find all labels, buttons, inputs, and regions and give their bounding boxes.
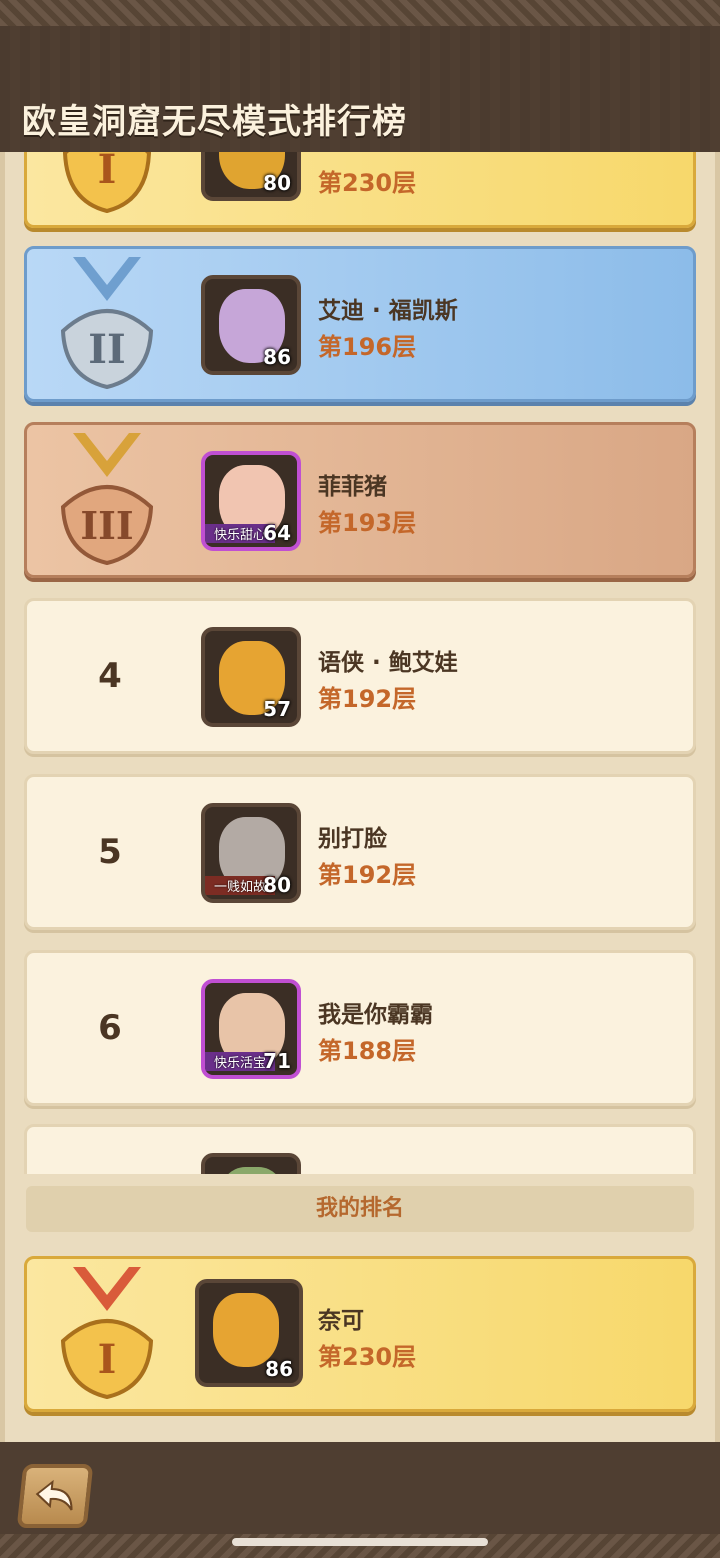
player-name: 菲菲猪 <box>318 474 387 500</box>
avatar[interactable]: 86 <box>195 1279 303 1387</box>
back-button[interactable] <box>16 1464 94 1528</box>
avatar[interactable]: 57 <box>201 627 301 727</box>
level-badge: 80 <box>263 873 291 897</box>
leaderboard-row-3[interactable]: III 快乐甜心 64 菲菲猪 第193层 <box>24 422 696 578</box>
player-name: 我是你霸霸 <box>318 1002 433 1028</box>
avatar[interactable]: 快乐活宝 71 <box>201 979 301 1079</box>
svg-text:II: II <box>88 326 125 373</box>
leaderboard-row-2[interactable]: II 86 艾迪 · 福凯斯 第196层 <box>24 246 696 402</box>
avatar[interactable]: 快乐甜心 64 <box>201 451 301 551</box>
leaderboard-row-5[interactable]: 5 一贱如故 80 别打脸 第192层 <box>24 774 696 930</box>
floor-text: 第230层 <box>318 169 417 197</box>
gold-medal-icon: I <box>62 152 152 214</box>
svg-text:I: I <box>98 1336 117 1383</box>
bottom-bar <box>0 1442 720 1558</box>
my-rank-row[interactable]: I 86 奈可 第230层 <box>24 1256 696 1412</box>
avatar[interactable]: 一贱如故 80 <box>201 803 301 903</box>
level-badge: 57 <box>263 697 291 721</box>
page-title: 欧皇洞窟无尽模式排行榜 <box>22 102 407 142</box>
avatar[interactable]: 86 <box>201 275 301 375</box>
home-indicator[interactable] <box>232 1538 488 1546</box>
floor-text: 第196层 <box>318 333 417 361</box>
rank-number: 5 <box>98 832 122 872</box>
my-rank-label: 我的排名 <box>26 1186 694 1232</box>
level-badge: 71 <box>263 1049 291 1073</box>
rank-number: 4 <box>98 656 122 696</box>
floor-text: 第230层 <box>318 1343 417 1371</box>
hero-face <box>219 1167 285 1174</box>
silver-medal-icon: II <box>60 257 154 389</box>
player-name: 别打脸 <box>318 826 387 852</box>
leaderboard-row-4[interactable]: 4 57 语侠 · 鲍艾娃 第192层 <box>24 598 696 754</box>
rank-number: 6 <box>98 1008 122 1048</box>
avatar[interactable]: 80 <box>201 152 301 201</box>
leaderboard-row-1[interactable]: I 80 第230层 <box>24 152 696 228</box>
bronze-medal-icon: III <box>60 433 154 565</box>
level-badge: 86 <box>265 1357 293 1381</box>
floor-text: 第193层 <box>318 509 417 537</box>
level-badge: 64 <box>263 521 291 545</box>
leaderboard-row-7[interactable] <box>24 1124 696 1174</box>
leaderboard-row-6[interactable]: 6 快乐活宝 71 我是你霸霸 第188层 <box>24 950 696 1106</box>
floor-text: 第188层 <box>318 1037 417 1065</box>
back-arrow-icon <box>35 1479 73 1511</box>
floor-text: 第192层 <box>318 861 417 889</box>
gold-medal-icon: I <box>60 1267 154 1399</box>
pet-face <box>213 1293 279 1367</box>
player-name: 语侠 · 鲍艾娃 <box>318 650 458 676</box>
svg-text:III: III <box>80 503 133 548</box>
level-badge: 80 <box>263 171 291 195</box>
level-badge: 86 <box>263 345 291 369</box>
player-name: 艾迪 · 福凯斯 <box>318 298 458 324</box>
floor-text: 第192层 <box>318 685 417 713</box>
leaderboard-list[interactable]: I 80 第230层 II 86 艾迪 · 福凯斯 第196层 III 快乐甜心… <box>0 152 720 1174</box>
top-pattern <box>0 0 720 26</box>
svg-text:I: I <box>98 152 117 193</box>
player-name: 奈可 <box>318 1308 364 1334</box>
avatar[interactable] <box>201 1153 301 1174</box>
